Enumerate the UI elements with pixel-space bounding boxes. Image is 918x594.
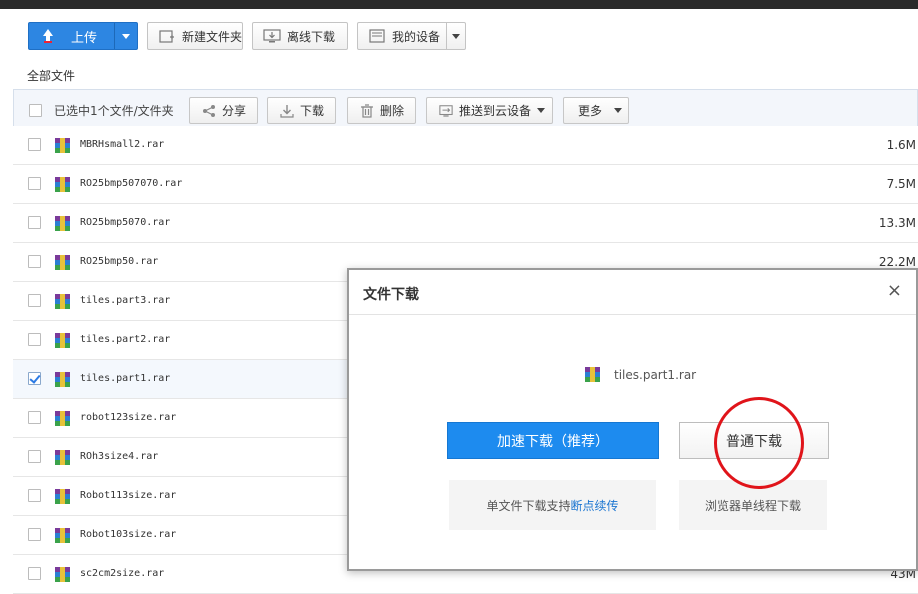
- my-devices-button[interactable]: 我的设备: [357, 22, 466, 50]
- file-checkbox[interactable]: [28, 216, 41, 229]
- dialog-title: 文件下载: [363, 287, 419, 303]
- rar-file-icon: [55, 177, 70, 192]
- selection-bar: 已选中1个文件/文件夹 分享 下载 删除 推送到云设备 更多: [13, 89, 918, 131]
- chevron-down-icon: [452, 33, 460, 39]
- dialog-file-info: tiles.part1.rar: [585, 367, 696, 382]
- file-checkbox[interactable]: [28, 333, 41, 346]
- rar-file-icon: [55, 372, 70, 387]
- download-button[interactable]: 下载: [267, 97, 336, 124]
- device-icon: [368, 28, 386, 44]
- download-icon: [280, 104, 294, 118]
- file-size: 13.3M: [878, 216, 916, 230]
- file-name[interactable]: tiles.part2.rar: [80, 334, 170, 345]
- file-row[interactable]: RO25bmp507070.rar 7.5M: [13, 165, 918, 204]
- share-button[interactable]: 分享: [189, 97, 258, 124]
- file-checkbox[interactable]: [28, 528, 41, 541]
- file-size: 1.6M: [886, 138, 916, 152]
- dialog-header: 文件下载 ×: [349, 270, 916, 315]
- rar-file-icon: [55, 528, 70, 543]
- devices-dropdown-toggle[interactable]: [446, 23, 465, 49]
- window-top-bar: [0, 0, 918, 9]
- file-name[interactable]: tiles.part1.rar: [80, 373, 170, 384]
- fast-hint-prefix: 单文件下载支持: [486, 498, 571, 513]
- push-device-label: 推送到云设备: [459, 104, 532, 118]
- file-checkbox[interactable]: [28, 255, 41, 268]
- my-devices-label: 我的设备: [392, 29, 441, 44]
- rar-file-icon: [585, 367, 600, 382]
- dialog-file-name: tiles.part1.rar: [614, 367, 697, 382]
- upload-button[interactable]: 上传: [28, 22, 138, 50]
- select-all-checkbox[interactable]: [29, 104, 42, 117]
- more-button[interactable]: 更多: [563, 97, 629, 124]
- delete-button[interactable]: 删除: [347, 97, 416, 124]
- upload-main[interactable]: 上传: [29, 23, 114, 49]
- push-to-device-button[interactable]: 推送到云设备: [426, 97, 553, 124]
- file-download-dialog: 文件下载 × tiles.part1.rar 加速下载（推荐） 普通下载 单文件…: [347, 268, 918, 571]
- file-size: 22.2M: [878, 255, 916, 269]
- upload-icon: [41, 28, 55, 44]
- rar-file-icon: [55, 411, 70, 426]
- upload-dropdown-toggle[interactable]: [114, 23, 137, 49]
- selection-status: 已选中1个文件/文件夹: [54, 104, 174, 118]
- file-name[interactable]: Robot103size.rar: [80, 529, 176, 540]
- breadcrumb[interactable]: 全部文件: [27, 67, 75, 84]
- fast-download-hint: 单文件下载支持 断点续传: [449, 480, 656, 530]
- file-checkbox[interactable]: [28, 411, 41, 424]
- file-checkbox[interactable]: [28, 294, 41, 307]
- share-label: 分享: [222, 104, 247, 118]
- main-toolbar: 上传 新建文件夹 离线下载 我的设备: [0, 9, 918, 61]
- file-name[interactable]: RO25bmp507070.rar: [80, 178, 182, 189]
- file-checkbox[interactable]: [28, 489, 41, 502]
- rar-file-icon: [55, 489, 70, 504]
- file-name[interactable]: ROh3size4.rar: [80, 451, 158, 462]
- rar-file-icon: [55, 294, 70, 309]
- fast-download-button[interactable]: 加速下载（推荐）: [447, 422, 659, 459]
- upload-label: 上传: [71, 30, 98, 46]
- file-name[interactable]: robot123size.rar: [80, 412, 176, 423]
- rar-file-icon: [55, 216, 70, 231]
- close-icon[interactable]: ×: [887, 282, 902, 300]
- file-name[interactable]: sc2cm2size.rar: [80, 568, 164, 579]
- new-folder-icon: [158, 28, 176, 44]
- push-device-icon: [439, 104, 453, 118]
- file-checkbox[interactable]: [28, 372, 41, 385]
- rar-file-icon: [55, 567, 70, 582]
- offline-download-label: 离线下载: [287, 29, 336, 44]
- annotation-red-circle: [714, 397, 804, 489]
- file-row[interactable]: MBRHsmall2.rar 1.6M: [13, 126, 918, 165]
- resume-download-link: 断点续传: [570, 498, 619, 513]
- offline-download-button[interactable]: 离线下载: [252, 22, 348, 50]
- file-name[interactable]: MBRHsmall2.rar: [80, 139, 164, 150]
- file-name[interactable]: RO25bmp50.rar: [80, 256, 158, 267]
- chevron-down-icon: [614, 108, 623, 113]
- new-folder-label: 新建文件夹: [182, 29, 243, 44]
- share-icon: [202, 104, 216, 118]
- file-name[interactable]: Robot113size.rar: [80, 490, 176, 501]
- chevron-down-icon: [122, 33, 130, 39]
- download-label: 下载: [300, 104, 325, 118]
- more-label: 更多: [578, 104, 603, 118]
- file-row[interactable]: RO25bmp5070.rar 13.3M: [13, 204, 918, 243]
- file-name[interactable]: RO25bmp5070.rar: [80, 217, 170, 228]
- file-size: 7.5M: [886, 177, 916, 191]
- rar-file-icon: [55, 255, 70, 270]
- trash-icon: [360, 103, 374, 118]
- rar-file-icon: [55, 450, 70, 465]
- file-name[interactable]: tiles.part3.rar: [80, 295, 170, 306]
- new-folder-button[interactable]: 新建文件夹: [147, 22, 243, 50]
- file-checkbox[interactable]: [28, 138, 41, 151]
- file-checkbox[interactable]: [28, 567, 41, 580]
- delete-label: 删除: [380, 104, 405, 118]
- offline-download-icon: [263, 28, 281, 44]
- rar-file-icon: [55, 333, 70, 348]
- rar-file-icon: [55, 138, 70, 153]
- file-checkbox[interactable]: [28, 450, 41, 463]
- chevron-down-icon: [537, 108, 546, 113]
- file-checkbox[interactable]: [28, 177, 41, 190]
